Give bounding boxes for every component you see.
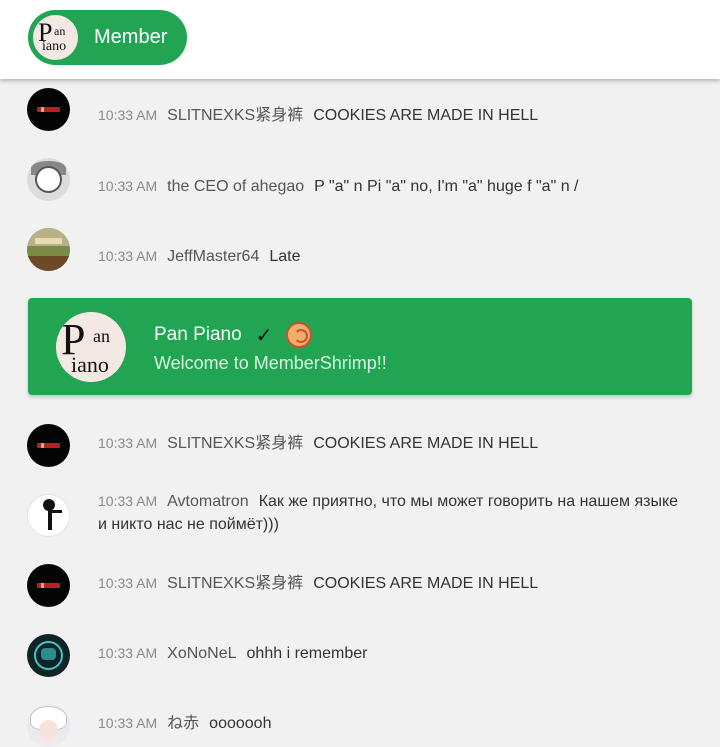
timestamp: 10:33 AM xyxy=(98,575,158,591)
message-text: ohhh i remember xyxy=(246,645,368,662)
user-avatar[interactable] xyxy=(27,158,70,201)
message-text: Late xyxy=(269,248,301,265)
message-text: ooooooh xyxy=(209,715,272,732)
message-text: COOKIES ARE MADE IN HELL xyxy=(313,107,539,124)
timestamp: 10:33 AM xyxy=(98,107,158,123)
logo-letters-iano: iano xyxy=(71,352,109,377)
member-label: Member xyxy=(94,26,168,48)
shrimp-icon xyxy=(286,322,313,348)
welcome-message: Welcome to MemberShrimp!! xyxy=(154,353,387,373)
check-icon: ✓ xyxy=(255,324,273,347)
chat-feed[interactable]: 10:33 AM SLITNEXKS紧身裤 COOKIES ARE MADE IN … xyxy=(0,80,720,747)
username[interactable]: the CEO of ahegao xyxy=(167,178,304,195)
user-avatar[interactable] xyxy=(27,494,70,537)
username[interactable]: Avtomatron xyxy=(167,493,249,510)
timestamp: 10:33 AM xyxy=(98,435,158,451)
welcome-name-row: Pan Piano ✓ xyxy=(154,322,313,348)
username[interactable]: JeffMaster64 xyxy=(167,248,259,265)
logo-letters-an: an xyxy=(93,326,110,346)
message-text: COOKIES ARE MADE IN HELL xyxy=(313,435,539,452)
username[interactable]: SLITNEXKS紧身裤 xyxy=(167,435,303,452)
timestamp: 10:33 AM xyxy=(98,715,158,731)
timestamp: 10:33 AM xyxy=(98,493,158,509)
welcome-card: P an iano Pan Piano ✓ Welcome to MemberS… xyxy=(28,298,692,395)
user-avatar[interactable] xyxy=(27,704,70,747)
user-avatar[interactable] xyxy=(27,424,70,467)
message-line: 10:33 AM SLITNEXKS紧身裤 COOKIES ARE MADE IN … xyxy=(98,104,690,127)
username[interactable]: XoNoNeL xyxy=(167,645,236,662)
username[interactable]: ね赤 xyxy=(167,715,199,732)
message-text: COOKIES ARE MADE IN HELL xyxy=(313,575,539,592)
user-avatar[interactable] xyxy=(27,88,70,131)
username[interactable]: SLITNEXKS紧身裤 xyxy=(167,575,303,592)
timestamp: 10:33 AM xyxy=(98,178,158,194)
message-line: 10:33 AM the CEO of ahegao P "a" n Pi "a" … xyxy=(98,175,690,198)
user-avatar[interactable] xyxy=(27,228,70,271)
message-line: 10:33 AM ね赤 ooooooh xyxy=(98,712,690,735)
message-line: 10:33 AM Avtomatron Как же приятно, что мы… xyxy=(98,490,690,536)
message-line: 10:33 AM SLITNEXKS紧身裤 COOKIES ARE MADE IN … xyxy=(98,432,690,455)
top-bar: P an iano Member xyxy=(0,0,720,79)
logo-letters-iano: iano xyxy=(42,39,67,54)
member-button[interactable]: P an iano Member xyxy=(28,10,187,65)
message-line: 10:33 AM XoNoNeL ohhh i remember xyxy=(98,642,690,665)
message-text: P "a" n Pi "a" no, I'm "a" huge f "a" n … xyxy=(314,178,579,195)
user-avatar[interactable] xyxy=(27,634,70,677)
logo-letters-an: an xyxy=(54,24,66,38)
pan-piano-avatar[interactable]: P an iano xyxy=(56,312,126,382)
pan-piano-avatar: P an iano xyxy=(33,15,78,60)
message-line: 10:33 AM JeffMaster64 Late xyxy=(98,245,690,268)
username[interactable]: SLITNEXKS紧身裤 xyxy=(167,107,303,124)
timestamp: 10:33 AM xyxy=(98,645,158,661)
message-line: 10:33 AM SLITNEXKS紧身裤 COOKIES ARE MADE IN … xyxy=(98,572,690,595)
timestamp: 10:33 AM xyxy=(98,248,158,264)
user-avatar[interactable] xyxy=(27,564,70,607)
welcome-username[interactable]: Pan Piano xyxy=(154,324,242,346)
